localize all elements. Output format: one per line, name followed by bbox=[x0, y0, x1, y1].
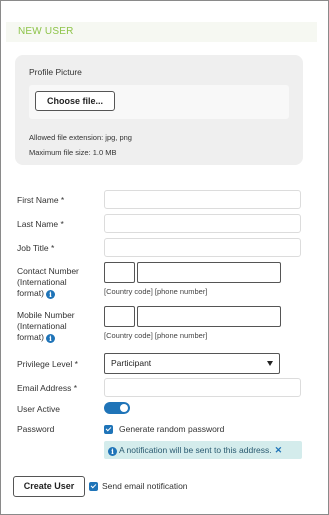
email-address-label: Email Address * bbox=[17, 383, 77, 393]
close-icon[interactable]: ✕ bbox=[275, 441, 283, 459]
generate-random-password-checkbox[interactable] bbox=[104, 425, 113, 434]
toggle-knob bbox=[120, 404, 128, 412]
send-email-notification-label: Send email notification bbox=[102, 481, 188, 491]
email-field[interactable] bbox=[104, 378, 301, 397]
mobile-phone-input[interactable] bbox=[137, 306, 281, 327]
mobile-number-label: Mobile Number (International format) i bbox=[17, 310, 75, 343]
create-user-button[interactable]: Create User bbox=[13, 476, 85, 497]
password-label: Password bbox=[17, 424, 55, 434]
first-name-label: First Name * bbox=[17, 195, 65, 205]
notification-banner: iA notification will be sent to this add… bbox=[104, 441, 302, 459]
chevron-down-icon bbox=[267, 361, 273, 366]
profile-picture-panel: Profile Picture Choose file... Allowed f… bbox=[15, 55, 303, 165]
generate-random-password-label: Generate random password bbox=[119, 424, 225, 434]
contact-number-hint: [Country code] [phone number] bbox=[104, 287, 208, 296]
allowed-extension-note: Allowed file extension: jpg, png bbox=[29, 133, 132, 142]
profile-picture-label: Profile Picture bbox=[29, 67, 82, 77]
job-title-field[interactable] bbox=[104, 238, 301, 257]
privilege-level-select[interactable]: Participant bbox=[104, 353, 280, 374]
privilege-level-value: Participant bbox=[111, 358, 152, 368]
info-icon[interactable]: i bbox=[45, 334, 55, 343]
privilege-level-label: Privilege Level * bbox=[17, 359, 78, 369]
mobile-country-code-input[interactable] bbox=[104, 306, 135, 327]
last-name-label: Last Name * bbox=[17, 219, 64, 229]
mobile-number-hint: [Country code] [phone number] bbox=[104, 331, 208, 340]
max-file-size-note: Maximum file size: 1.0 MB bbox=[29, 148, 117, 157]
contact-number-label: Contact Number (International format) i bbox=[17, 266, 79, 299]
info-icon[interactable]: i bbox=[45, 290, 55, 299]
user-active-toggle[interactable] bbox=[104, 402, 130, 414]
section-header: NEW USER bbox=[6, 22, 317, 42]
first-name-field[interactable] bbox=[104, 190, 301, 209]
info-icon: i bbox=[108, 447, 117, 456]
choose-file-button[interactable]: Choose file... bbox=[35, 91, 115, 111]
page-title: NEW USER bbox=[18, 26, 74, 37]
contact-phone-input[interactable] bbox=[137, 262, 281, 283]
contact-country-code-input[interactable] bbox=[104, 262, 135, 283]
user-active-label: User Active bbox=[17, 404, 60, 414]
send-email-notification-checkbox[interactable] bbox=[89, 482, 98, 491]
last-name-field[interactable] bbox=[104, 214, 301, 233]
notification-text: A notification will be sent to this addr… bbox=[119, 445, 272, 455]
job-title-label: Job Title * bbox=[17, 243, 55, 253]
